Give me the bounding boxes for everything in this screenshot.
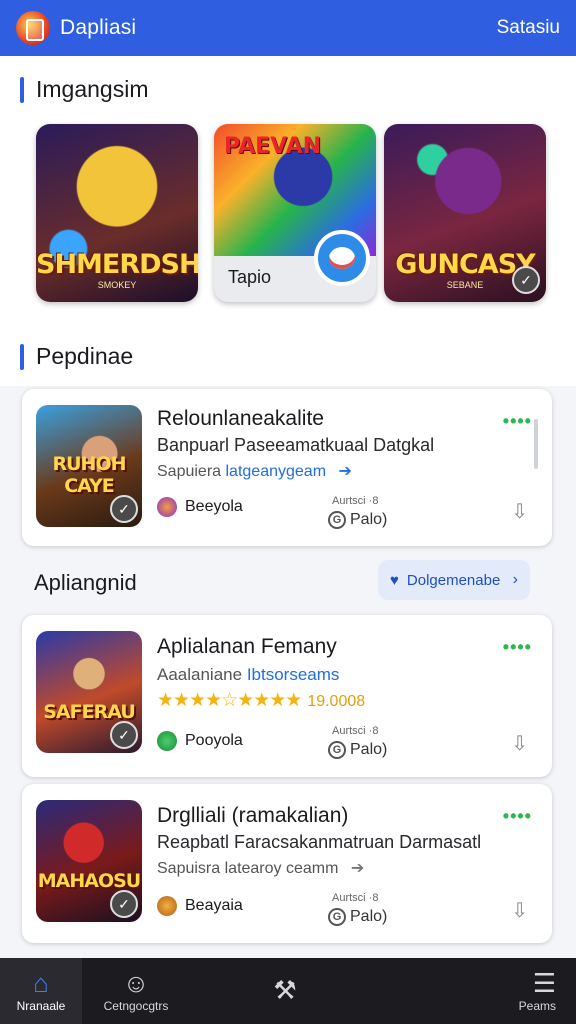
app-thumbnail[interactable]: MAHAOSU ✓ bbox=[36, 800, 142, 922]
people-icon: ☺ bbox=[122, 968, 150, 998]
rating-block: Aurtsci ·8 G Palo) bbox=[328, 491, 387, 529]
arrow-right-icon[interactable]: ➔ bbox=[351, 860, 364, 877]
rating-block: Aurtsci ·8 G Palo) bbox=[328, 721, 387, 759]
developer-icon bbox=[157, 896, 177, 916]
app-title[interactable]: Drglliali (ramakalian) bbox=[157, 804, 348, 828]
pill-label: Dolgemenabe bbox=[406, 571, 501, 589]
app-meta: Sapuiera latgeanygeam ➔ bbox=[157, 461, 352, 481]
bird-icon: ♥ bbox=[390, 571, 399, 589]
app-title[interactable]: Aplialanan Femany bbox=[157, 635, 337, 659]
star-rating: ★★★★☆★★★★ 19.0008 bbox=[157, 689, 365, 712]
category-pill-button[interactable]: ♥ Dolgemenabe › bbox=[378, 560, 530, 600]
developer-name: Beayaia bbox=[185, 897, 243, 914]
developer-icon bbox=[157, 497, 177, 517]
g-icon: G bbox=[328, 908, 346, 926]
section-title-popular: Pepdinae bbox=[36, 343, 134, 369]
rating-label: Aurtsci ·8 bbox=[332, 892, 379, 904]
section-accent-bar bbox=[20, 343, 24, 370]
rating-value: Palo) bbox=[350, 511, 388, 528]
thumbnail-logo-text: SAFERAU bbox=[43, 701, 136, 723]
section-accent-bar bbox=[20, 76, 24, 103]
download-icon[interactable]: ⇩ bbox=[511, 731, 528, 756]
featured-game-tile-2[interactable]: PAEVAN Tapio bbox=[214, 124, 376, 302]
meta-prefix: Aaalaniane bbox=[157, 665, 243, 684]
featured-game-tile-3[interactable]: GUNCASY SEBANE ✓ bbox=[384, 124, 546, 302]
developer-name: Beeyola bbox=[185, 498, 243, 515]
nav-item-home[interactable]: ⌂ Nranaale bbox=[0, 958, 82, 1024]
nav-item-menu[interactable]: ☰ Peams bbox=[380, 958, 576, 1024]
more-options-icon[interactable]: •••• bbox=[503, 411, 532, 432]
nav-item-categories[interactable]: ☺ Cetngocgtrs bbox=[82, 958, 190, 1024]
download-icon[interactable]: ⇩ bbox=[511, 499, 528, 524]
rating-number: 19.0008 bbox=[307, 693, 366, 710]
more-options-icon[interactable]: •••• bbox=[503, 806, 532, 827]
nav-item-tools[interactable]: ⚒ bbox=[190, 958, 380, 1024]
check-icon: ✓ bbox=[110, 890, 138, 918]
scroll-indicator[interactable] bbox=[534, 419, 538, 469]
more-options-icon[interactable]: •••• bbox=[503, 637, 532, 658]
check-icon: ✓ bbox=[110, 495, 138, 523]
arrow-right-icon[interactable]: ➔ bbox=[338, 463, 351, 480]
app-meta: Sapuisra latearoy ceamm ➔ bbox=[157, 858, 364, 878]
meta-link[interactable]: Ibtsorseams bbox=[247, 665, 340, 684]
download-icon[interactable]: ⇩ bbox=[511, 898, 528, 923]
app-meta: Aaalaniane Ibtsorseams bbox=[157, 665, 339, 685]
nav-label-menu: Peams bbox=[518, 999, 556, 1013]
tile-label: Tapio bbox=[228, 267, 272, 287]
check-icon: ✓ bbox=[110, 721, 138, 749]
meta-link[interactable]: latgeanygeam bbox=[226, 463, 327, 480]
rating-value: Palo) bbox=[350, 741, 388, 758]
rating-block: Aurtsci ·8 G Palo) bbox=[328, 888, 387, 926]
developer-name: Pooyola bbox=[185, 732, 243, 749]
developer: Beayaia bbox=[157, 896, 243, 916]
home-icon: ⌂ bbox=[33, 968, 49, 998]
menu-icon: ☰ bbox=[532, 968, 556, 998]
tile-game-subtitle: SMOKEY bbox=[97, 280, 137, 290]
wrench-icon: ⚒ bbox=[273, 975, 297, 1005]
meta-prefix: Sapuisra bbox=[157, 860, 221, 877]
app-list-card[interactable]: MAHAOSU ✓ Drglliali (ramakalian) Reapbat… bbox=[22, 784, 552, 943]
g-icon: G bbox=[328, 741, 346, 759]
tile-game-logo-text: PAEVAN bbox=[224, 134, 322, 159]
rating-value: Palo) bbox=[350, 908, 388, 925]
app-title: Dapliasi bbox=[60, 16, 137, 39]
tile-game-logo-text: SHMERDSH bbox=[36, 249, 198, 280]
app-thumbnail[interactable]: RUHOH CAYE ✓ bbox=[36, 405, 142, 527]
section-header-popular: Pepdinae bbox=[20, 343, 133, 370]
stars-icon: ★★★★☆★★★★ bbox=[157, 690, 302, 711]
app-description: Reapbatl Faracsakanmatruan Darmasatl bbox=[157, 832, 482, 852]
thumbnail-logo-text: RUHOH CAYE bbox=[52, 453, 126, 497]
bottom-navigation: ⌂ Nranaale ☺ Cetngocgtrs ⚒ ☰ Peams bbox=[0, 958, 576, 1024]
rating-label: Aurtsci ·8 bbox=[332, 725, 379, 737]
meta-link[interactable]: latearoy ceamm bbox=[225, 860, 339, 877]
meta-prefix: Sapuiera bbox=[157, 463, 222, 480]
top-action-button[interactable]: Satasiu bbox=[497, 17, 560, 39]
app-logo-icon[interactable] bbox=[16, 11, 50, 45]
app-list-card[interactable]: SAFERAU ✓ Aplialanan Femany Aaalaniane I… bbox=[22, 615, 552, 777]
nav-label-home: Nranaale bbox=[16, 999, 66, 1013]
chevron-right-icon: › bbox=[512, 571, 518, 588]
top-app-bar: Dapliasi Satasiu bbox=[0, 0, 576, 56]
developer: Beeyola bbox=[157, 497, 243, 517]
section-title-sub: Apliangnid bbox=[34, 570, 137, 595]
featured-game-tile-1[interactable]: SHMERDSH SMOKEY bbox=[36, 124, 198, 302]
g-icon: G bbox=[328, 511, 346, 529]
app-title[interactable]: Relounlaneakalite bbox=[157, 407, 324, 431]
developer-icon bbox=[157, 731, 177, 751]
rating-label: Aurtsci ·8 bbox=[332, 495, 379, 507]
app-thumbnail[interactable]: SAFERAU ✓ bbox=[36, 631, 142, 753]
app-list-card[interactable]: RUHOH CAYE ✓ Relounlaneakalite Banpuarl … bbox=[22, 389, 552, 546]
app-badge-icon bbox=[314, 230, 370, 286]
nav-label-categories: Cetngocgtrs bbox=[103, 999, 169, 1013]
section-header-featured: Imgangsim bbox=[20, 76, 148, 103]
developer: Pooyola bbox=[157, 731, 243, 751]
app-description: Banpuarl Paseeamatkuaal Datgkal bbox=[157, 435, 435, 455]
thumbnail-logo-text: MAHAOSU bbox=[37, 870, 141, 892]
check-icon: ✓ bbox=[512, 266, 540, 294]
section-title-featured: Imgangsim bbox=[36, 76, 149, 102]
